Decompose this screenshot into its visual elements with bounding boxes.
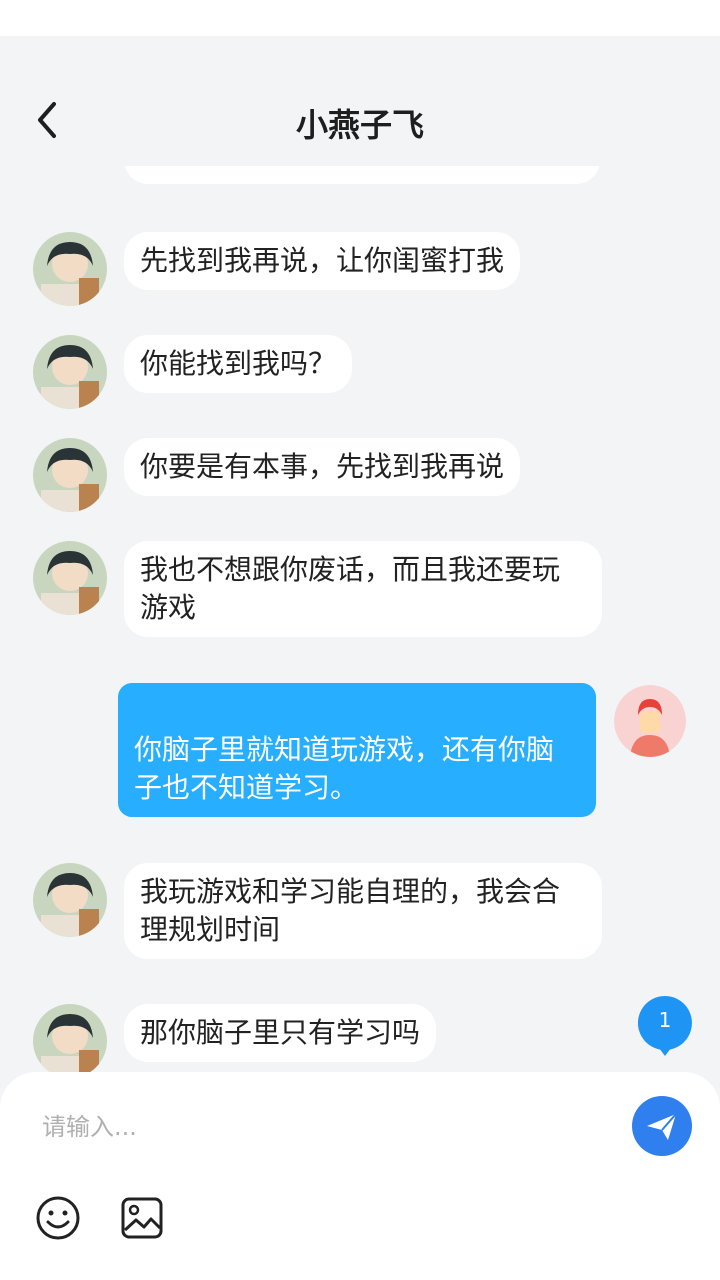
smiley-icon: [36, 1196, 80, 1240]
paper-plane-icon: [647, 1113, 677, 1140]
contact-avatar: [33, 1004, 107, 1074]
contact-avatar: [33, 335, 107, 409]
contact-avatar: [33, 438, 107, 512]
send-button[interactable]: [632, 1096, 692, 1156]
contact-avatar: [33, 541, 107, 615]
chat-title: 小燕子飞: [295, 106, 424, 144]
message-bubble: 那你脑子里只有学习吗: [124, 1004, 437, 1062]
message-bubble: 你能找到我吗？: [124, 335, 353, 393]
chat-header: 小燕子飞: [0, 36, 720, 166]
contact-avatar: [33, 232, 107, 306]
message-input[interactable]: [30, 1092, 634, 1162]
badge-count: 1: [658, 1008, 672, 1032]
message-bubble: 我也不想跟你废话，而且我还要玩游戏: [124, 541, 602, 637]
image-icon: [121, 1197, 163, 1239]
message-bubble: 你要是有本事，先找到我再说: [124, 438, 521, 496]
message-bubble: 先找到我再说，让你闺蜜打我: [124, 232, 521, 290]
composer-panel: [0, 1072, 720, 1280]
contact-avatar: [33, 863, 107, 937]
image-button[interactable]: [118, 1194, 166, 1242]
new-message-badge[interactable]: 1: [638, 996, 692, 1056]
self-avatar: [614, 685, 686, 757]
self-message-bubble: 你脑子里就知道玩游戏，还有你脑子也不知道学习。: [118, 683, 596, 817]
message-bubble: 我玩游戏和学习能自理的，我会合理规划时间: [124, 863, 602, 959]
message-list[interactable]: 先找到我再说，让你闺蜜打我 你能找到我吗？ 你要是有本事，先找到我再说 我也不想…: [0, 130, 720, 1074]
status-bar: [0, 0, 720, 36]
emoji-button[interactable]: [34, 1194, 82, 1242]
